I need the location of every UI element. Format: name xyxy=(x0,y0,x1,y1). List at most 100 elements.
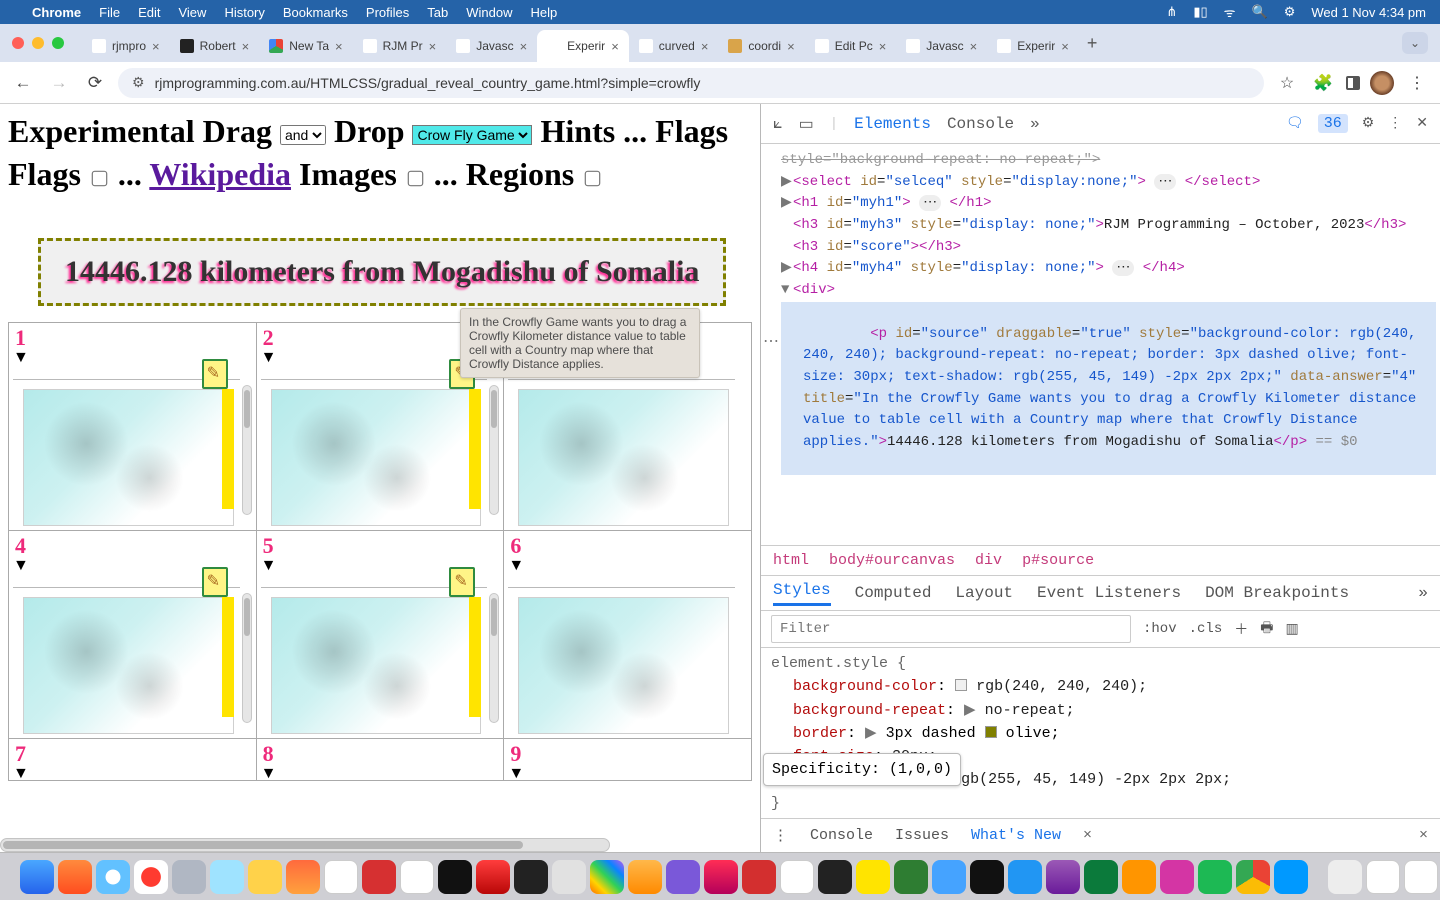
browser-tab[interactable]: Edit Pc× xyxy=(805,30,897,62)
wifi-icon[interactable]: ᯤ xyxy=(1224,3,1236,21)
drawer-menu-icon[interactable]: ⋮ xyxy=(773,826,788,845)
styles-device-icon[interactable]: 🖶 xyxy=(1260,617,1273,641)
issues-badge-icon[interactable]: 🗨 xyxy=(1286,115,1304,132)
dock-app[interactable] xyxy=(1008,860,1042,894)
forward-button[interactable]: → xyxy=(46,73,72,93)
dock-app[interactable] xyxy=(970,860,1004,894)
browser-tab[interactable]: coordi× xyxy=(718,30,804,62)
flags-checkbox[interactable] xyxy=(92,171,108,187)
dock-app[interactable] xyxy=(704,860,738,894)
dock-app[interactable] xyxy=(1198,860,1232,894)
dock-app[interactable] xyxy=(932,860,966,894)
menu-tab[interactable]: Tab xyxy=(427,5,448,20)
dock-app[interactable] xyxy=(1122,860,1156,894)
styles-tab[interactable]: Styles xyxy=(773,581,831,606)
drawer-tab-issues[interactable]: Issues xyxy=(895,827,949,844)
dock-app[interactable] xyxy=(1160,860,1194,894)
chevron-down-icon[interactable]: ▼ xyxy=(13,557,29,575)
dock-app[interactable] xyxy=(476,860,510,894)
menu-help[interactable]: Help xyxy=(531,5,558,20)
window-traffic-lights[interactable] xyxy=(12,37,64,49)
close-icon[interactable]: × xyxy=(335,39,343,54)
drag-source[interactable]: 14446.128 kilometers from Mogadishu of S… xyxy=(38,238,726,306)
close-icon[interactable]: × xyxy=(520,39,528,54)
dock-app[interactable] xyxy=(438,860,472,894)
browser-tab[interactable]: Robert× xyxy=(170,30,260,62)
note-icon[interactable] xyxy=(202,359,228,389)
dock-app[interactable] xyxy=(324,860,358,894)
regions-checkbox[interactable] xyxy=(585,171,601,187)
menu-bookmarks[interactable]: Bookmarks xyxy=(283,5,348,20)
spotlight-icon[interactable]: 🔍 xyxy=(1252,4,1268,20)
close-icon[interactable]: × xyxy=(1061,39,1069,54)
chevron-down-icon[interactable]: ▼ xyxy=(13,765,29,781)
styles-more-icon[interactable]: » xyxy=(1418,584,1428,602)
extensions-icon[interactable]: 🧩 xyxy=(1310,73,1336,93)
devtools-tab-elements[interactable]: Elements xyxy=(854,115,931,133)
grid-cell[interactable]: 7▼ xyxy=(9,739,257,781)
browser-tab[interactable]: RJM Pr× xyxy=(353,30,447,62)
dock-app[interactable] xyxy=(400,860,434,894)
menu-edit[interactable]: Edit xyxy=(138,5,160,20)
cell-scrollbar[interactable] xyxy=(242,385,252,515)
chevron-down-icon[interactable]: ▼ xyxy=(13,349,29,367)
dock-app[interactable] xyxy=(286,860,320,894)
omnibox[interactable]: ⚙ rjmprogramming.com.au/HTMLCSS/gradual_… xyxy=(118,68,1264,98)
styles-rules[interactable]: element.style { background-color: rgb(24… xyxy=(761,648,1440,818)
drawer-tab-console[interactable]: Console xyxy=(810,827,873,844)
dock-app[interactable] xyxy=(1236,860,1270,894)
dock-app[interactable] xyxy=(590,860,624,894)
chevron-down-icon[interactable]: ▼ xyxy=(508,765,524,781)
browser-tab[interactable]: Experir× xyxy=(987,30,1079,62)
close-icon[interactable]: × xyxy=(787,39,795,54)
dock-app[interactable] xyxy=(1274,860,1308,894)
menu-chrome[interactable]: Chrome xyxy=(32,5,81,20)
dom-selected-node[interactable]: <p id="source" draggable="true" style="b… xyxy=(781,302,1436,476)
drawer-close-icon[interactable]: × xyxy=(1419,827,1428,844)
cell-scrollbar[interactable] xyxy=(489,385,499,515)
dock-app[interactable] xyxy=(780,860,814,894)
page-horizontal-scrollbar[interactable] xyxy=(0,838,610,852)
chevron-down-icon[interactable]: ▼ xyxy=(508,557,524,575)
menu-profiles[interactable]: Profiles xyxy=(366,5,409,20)
game-select[interactable]: Crow Fly Game xyxy=(412,125,532,145)
site-settings-icon[interactable]: ⚙ xyxy=(132,74,145,91)
chevron-down-icon[interactable]: ▼ xyxy=(261,349,277,367)
dom-ellipsis-icon[interactable]: ⋯ xyxy=(763,330,779,355)
and-or-select[interactable]: and xyxy=(280,125,326,145)
drawer-tab-whatsnew[interactable]: What's New xyxy=(971,827,1061,844)
menu-file[interactable]: File xyxy=(99,5,120,20)
bookmark-star-icon[interactable]: ☆ xyxy=(1274,73,1300,93)
bluetooth-icon[interactable]: ⋔ xyxy=(1166,4,1177,20)
images-checkbox[interactable] xyxy=(407,171,423,187)
grid-cell[interactable]: 5▼ xyxy=(256,531,504,739)
dock-app[interactable] xyxy=(742,860,776,894)
dom-breadcrumbs[interactable]: html body#ourcanvas div p#source xyxy=(761,545,1440,575)
sidepanel-icon[interactable] xyxy=(1346,76,1360,90)
dock-app[interactable] xyxy=(172,860,206,894)
styles-sidebar-icon[interactable]: ▥ xyxy=(1285,621,1298,638)
close-icon[interactable]: × xyxy=(879,39,887,54)
grid-cell[interactable]: 6▼ xyxy=(504,531,752,739)
styles-filter-input[interactable] xyxy=(771,615,1131,643)
menubar-clock[interactable]: Wed 1 Nov 4:34 pm xyxy=(1311,5,1426,20)
dock-app[interactable] xyxy=(818,860,852,894)
dock-app[interactable] xyxy=(96,860,130,894)
note-icon[interactable] xyxy=(202,567,228,597)
tab-overflow-button[interactable]: ⌄ xyxy=(1402,32,1428,54)
devtools-tab-console[interactable]: Console xyxy=(947,115,1014,133)
dock-app[interactable] xyxy=(514,860,548,894)
grid-cell[interactable]: 9▼ xyxy=(504,739,752,781)
browser-tab[interactable]: curved× xyxy=(629,30,719,62)
devtools-more-tabs-icon[interactable]: » xyxy=(1030,115,1040,133)
dock-app[interactable] xyxy=(1328,860,1362,894)
note-icon[interactable] xyxy=(449,567,475,597)
dock-app[interactable] xyxy=(856,860,890,894)
new-tab-button[interactable]: + xyxy=(1079,33,1106,54)
dock-app[interactable] xyxy=(666,860,700,894)
devtools-menu-icon[interactable]: ⋮ xyxy=(1388,115,1402,132)
hov-toggle[interactable]: :hov xyxy=(1143,621,1177,637)
profile-avatar[interactable] xyxy=(1370,71,1394,95)
cls-toggle[interactable]: .cls xyxy=(1189,621,1223,637)
new-style-rule-icon[interactable]: ＋ xyxy=(1234,619,1248,639)
